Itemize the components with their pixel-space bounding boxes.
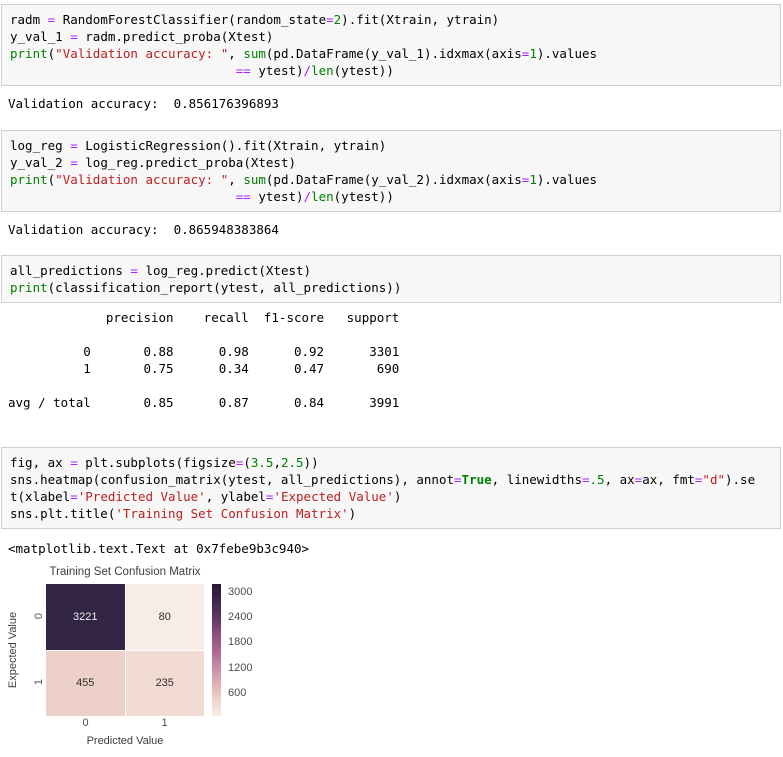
heatmap-cell: 3221: [46, 584, 125, 650]
code-line: y_val_1 = radm.predict_proba(Xtest): [10, 29, 274, 44]
colorbar-tick-label: 1800: [228, 636, 253, 649]
code-cell-randomforest[interactable]: radm = RandomForestClassifier(random_sta…: [1, 4, 781, 86]
code-line: log_reg = LogisticRegression().fit(Xtrai…: [10, 138, 387, 153]
code-line: sns.plt.title('Training Set Confusion Ma…: [10, 506, 357, 521]
notebook-output-area: radm = RandomForestClassifier(random_sta…: [0, 4, 783, 757]
code-line: all_predictions = log_reg.predict(Xtest): [10, 263, 312, 278]
colorbar: [212, 584, 221, 716]
classification-report-output: precision recall f1-score support 0 0.88…: [8, 310, 400, 410]
colorbar-tick-label: 2400: [228, 611, 253, 624]
heatmap-cell: 235: [125, 650, 204, 716]
cell-output-matplotlib-text-repr: <matplotlib.text.Text at 0x7febe9b3c940>: [8, 541, 310, 556]
code-line: fig, ax = plt.subplots(figsize=(3.5,2.5)…: [10, 455, 319, 470]
code-line: sns.heatmap(confusion_matrix(ytest, all_…: [10, 472, 756, 487]
code-line: print("Validation accuracy: ", sum(pd.Da…: [10, 46, 598, 61]
confusion-matrix-figure: Training Set Confusion Matrix Expected V…: [0, 564, 330, 757]
code-line: == ytest)/len(ytest)): [235, 189, 394, 204]
heatmap-cell: 455: [46, 650, 125, 716]
code-cell-heatmap[interactable]: fig, ax = plt.subplots(figsize=(3.5,2.5)…: [1, 447, 781, 529]
x-tick-label-1: 1: [161, 717, 168, 729]
y-tick-label-0: 0: [33, 612, 45, 620]
code-line: print(classification_report(ytest, all_p…: [10, 280, 402, 295]
colorbar-tick-label: 3000: [228, 586, 253, 598]
heatmap-grid: 3221 80 455 235: [46, 584, 204, 716]
code-line: radm = RandomForestClassifier(random_sta…: [10, 12, 500, 27]
code-line: y_val_2 = log_reg.predict_proba(Xtest): [10, 155, 296, 170]
code-cell-logistic-regression[interactable]: log_reg = LogisticRegression().fit(Xtrai…: [1, 130, 781, 212]
y-axis-label: Expected Value: [7, 611, 19, 689]
x-tick-label-0: 0: [82, 717, 89, 729]
cell-output-validation-accuracy-rf: Validation accuracy: 0.856176396893: [8, 96, 279, 111]
cell-output-validation-accuracy-logreg: Validation accuracy: 0.865948383864: [8, 222, 279, 237]
x-axis-label: Predicted Value: [86, 735, 164, 747]
code-line: == ytest)/len(ytest)): [235, 63, 394, 78]
code-line: print("Validation accuracy: ", sum(pd.Da…: [10, 172, 598, 187]
y-tick-label-1: 1: [33, 678, 45, 686]
heatmap-cell: 80: [125, 584, 204, 650]
code-line: t(xlabel='Predicted Value', ylabel='Expe…: [10, 489, 402, 504]
colorbar-tick-label: 1200: [228, 661, 253, 674]
chart-title: Training Set Confusion Matrix: [49, 566, 201, 578]
colorbar-tick-label: 600: [228, 686, 247, 699]
code-cell-classification-report[interactable]: all_predictions = log_reg.predict(Xtest)…: [1, 255, 781, 303]
